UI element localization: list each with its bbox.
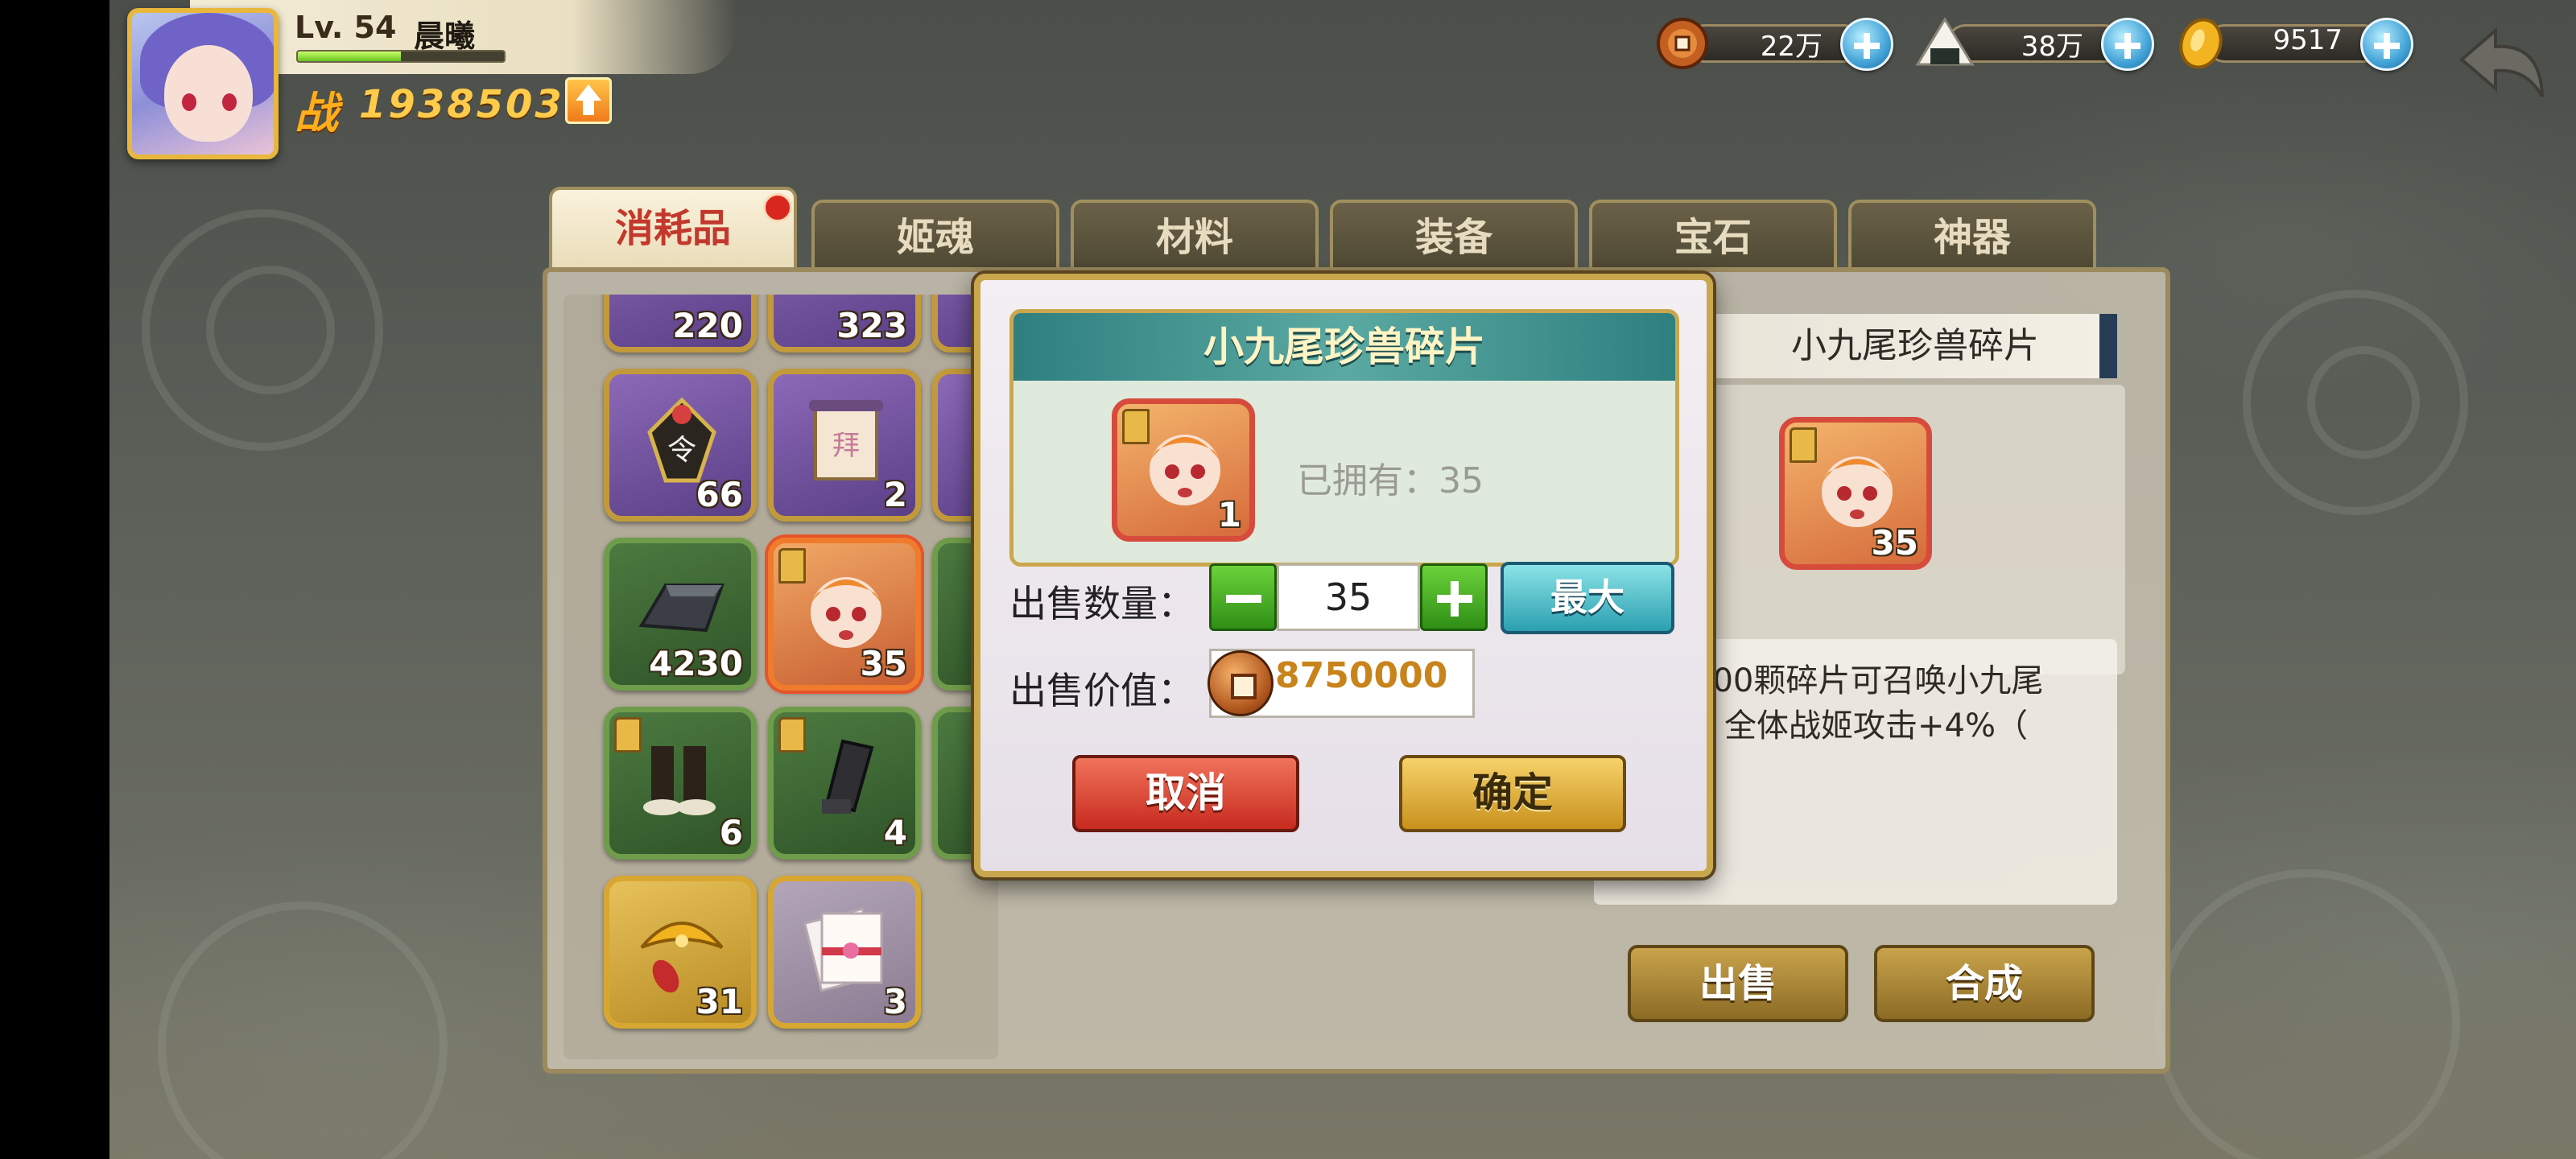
price-label: 出售价值： (1009, 669, 1195, 712)
power-label: 战 (295, 88, 338, 138)
player-avatar[interactable] (127, 8, 279, 159)
decrease-quantity-button[interactable] (1209, 563, 1277, 631)
tab-soul[interactable]: 姬魂 (811, 200, 1059, 269)
gold-crown-icon (640, 922, 724, 993)
currency-rice: 38万 (1914, 16, 2156, 71)
item-slot[interactable]: 323 (768, 295, 921, 353)
rice-ball-icon (1914, 16, 1975, 69)
rice-value: 38万 (2021, 31, 2083, 63)
add-gold-button[interactable] (2360, 18, 2413, 71)
gift-envelope-icon (803, 907, 883, 992)
sell-dialog: 小九尾珍兽碎片 1 已拥有：35 出售数量： 35 最大 出售价值： 87500… (974, 274, 1713, 877)
item-count: 2 (883, 475, 907, 514)
tab-artifacts[interactable]: 神器 (1848, 200, 2096, 269)
item-count: 35 (1871, 523, 1918, 563)
increase-quantity-button[interactable] (1420, 563, 1488, 631)
item-count: 31 (696, 982, 743, 1021)
item-grid[interactable]: 220 323 令 66 拜 2 4230 35 6 4 31 3 (564, 295, 998, 1059)
item-slot-scroll[interactable]: 拜 2 (768, 369, 921, 522)
item-count: 66 (696, 475, 743, 514)
item-slot-gift-envelope[interactable]: 3 (768, 876, 921, 1029)
detail-item-icon: 35 (1779, 417, 1932, 570)
price-value: 8750000 (1275, 655, 1448, 696)
description-line: 100颗碎片可召唤小九尾 (1692, 662, 2044, 699)
item-count: 220 (672, 306, 743, 345)
exp-bar (296, 50, 506, 63)
item-slot-gold-crown[interactable]: 31 (604, 876, 757, 1029)
tab-materials[interactable]: 材料 (1071, 200, 1319, 269)
back-arrow-icon (2458, 27, 2544, 97)
copper-coin-icon (1208, 650, 1274, 716)
item-count: 4 (883, 813, 907, 852)
svg-text:拜: 拜 (832, 430, 860, 462)
dialog-item-icon: 1 (1112, 398, 1255, 542)
item-slot-order-token[interactable]: 令 66 (604, 369, 757, 522)
scroll-icon: 拜 (809, 400, 883, 481)
exp-bar-fill (298, 52, 401, 61)
svg-text:令: 令 (667, 434, 696, 467)
item-slot-iron-ingot[interactable]: 4230 (604, 538, 757, 691)
back-button[interactable] (2446, 19, 2550, 108)
iron-ingot-icon (638, 584, 724, 633)
max-quantity-button[interactable]: 最大 (1501, 562, 1674, 634)
notification-badge (763, 193, 792, 222)
fox-girl-portrait-icon (809, 577, 883, 648)
tab-equipment[interactable]: 装备 (1330, 200, 1578, 269)
item-count: 323 (836, 306, 907, 345)
dialog-title: 小九尾珍兽碎片 (1203, 324, 1485, 370)
detail-title: 小九尾珍兽碎片 (1699, 314, 2117, 378)
add-copper-button[interactable] (1840, 18, 1893, 71)
quantity-label: 出售数量： (1009, 582, 1195, 625)
order-token-icon: 令 (647, 397, 716, 483)
description-line: ：全体战姬攻击+4%（ (1692, 707, 2028, 744)
item-count: 3 (883, 982, 907, 1021)
power-up-arrow-icon[interactable] (565, 77, 612, 124)
tab-consumables[interactable]: 消耗品 (549, 187, 797, 269)
item-count: 6 (719, 813, 743, 852)
owned-count: 已拥有：35 (1297, 460, 1484, 501)
cancel-button[interactable]: 取消 (1072, 755, 1299, 832)
boots-icon (643, 746, 716, 815)
item-slot-bracer[interactable]: 4 (768, 707, 921, 860)
item-slot-fox-fragment[interactable]: 35 (768, 538, 921, 691)
tab-gems[interactable]: 宝石 (1589, 200, 1837, 269)
player-panel: Lv. 54 晨曦 战 1938503 (109, 0, 737, 161)
sell-button[interactable]: 出售 (1628, 945, 1848, 1022)
compose-button[interactable]: 合成 (1874, 945, 2095, 1022)
currency-gold: 9517 (2174, 16, 2415, 71)
gold-value: 9517 (2273, 24, 2343, 56)
power-value: 1938503 (359, 82, 564, 127)
player-level: Lv. 54 (295, 10, 397, 45)
currency-copper: 22万 (1653, 16, 1895, 71)
item-slot-boots[interactable]: 6 (604, 707, 757, 860)
confirm-button[interactable]: 确定 (1399, 755, 1626, 832)
fox-girl-portrait-icon (1820, 456, 1894, 527)
copper-coin-icon (1653, 16, 1715, 69)
item-count: 1 (1217, 495, 1241, 534)
item-count: 35 (860, 644, 907, 683)
item-count: 4230 (649, 644, 743, 683)
add-rice-button[interactable] (2101, 18, 2154, 71)
quantity-input[interactable]: 35 (1277, 563, 1420, 631)
bracer-icon (822, 739, 874, 814)
player-name: 晨曦 (414, 19, 476, 54)
copper-value: 22万 (1760, 31, 1823, 63)
item-slot[interactable]: 220 (604, 295, 757, 353)
detail-description: 100颗碎片可召唤小九尾 ：全体战姬攻击+4%（ (1692, 658, 2111, 749)
dialog-header: 小九尾珍兽碎片 1 已拥有：35 (1009, 309, 1679, 567)
gold-ingot-icon (2174, 16, 2235, 69)
